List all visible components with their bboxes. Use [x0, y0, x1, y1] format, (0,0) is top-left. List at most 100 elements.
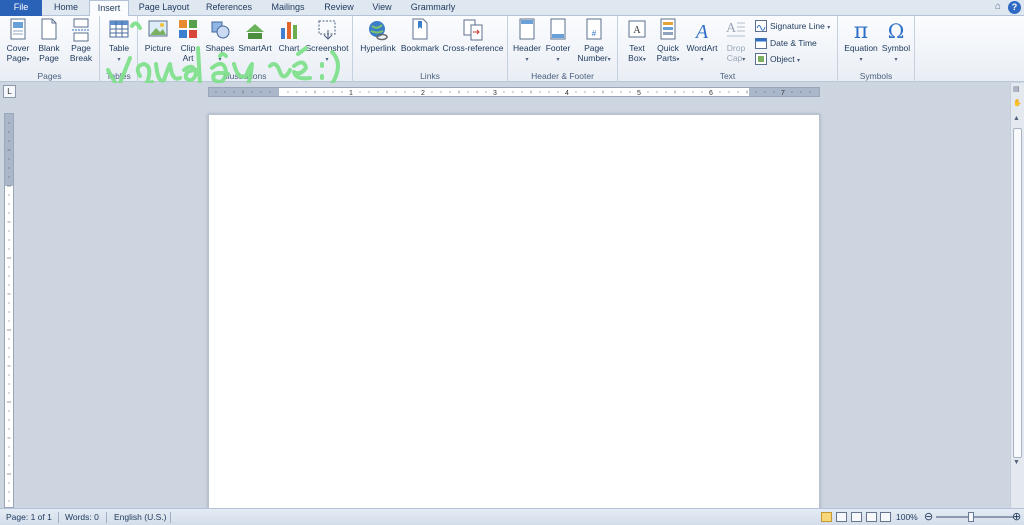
blank-page-icon — [41, 18, 57, 40]
group-links: Hyperlink Bookmark Cross-reference Links — [353, 16, 508, 82]
screenshot-button[interactable]: Screenshot ▾ — [303, 18, 351, 65]
tab-page-layout[interactable]: Page Layout — [132, 0, 196, 16]
zoom-slider[interactable] — [936, 516, 1014, 518]
print-layout-view-icon[interactable] — [821, 512, 832, 522]
group-tables: Table ▾ Tables — [100, 16, 138, 82]
chart-icon — [281, 22, 297, 39]
hyperlink-icon — [369, 21, 388, 41]
vertical-ruler[interactable] — [4, 113, 14, 508]
ruler-toggle-icon[interactable]: ▤ — [1013, 85, 1020, 93]
tab-references[interactable]: References — [200, 0, 258, 16]
clip-art-button[interactable]: Clip Art — [176, 18, 200, 63]
horizontal-ruler[interactable]: 1 2 3 4 5 6 7 — [208, 87, 820, 97]
picture-icon — [148, 20, 168, 37]
status-separator — [170, 512, 171, 523]
footer-label: Footer — [545, 43, 571, 53]
group-symbols: π Equation ▾ Ω Symbol ▾ Symbols — [838, 16, 915, 82]
group-text-label: Text — [719, 71, 736, 81]
ruler-number: 7 — [781, 90, 785, 96]
chart-button[interactable]: Chart — [275, 18, 303, 54]
status-separator — [106, 512, 107, 523]
cross-reference-icon — [463, 19, 483, 41]
symbol-button[interactable]: Ω Symbol ▾ — [880, 18, 912, 65]
page-break-label-1: Page — [71, 43, 91, 53]
word-count[interactable]: Words: 0 — [65, 509, 99, 525]
tab-file[interactable]: File — [0, 0, 42, 16]
shapes-icon — [211, 21, 230, 39]
zoom-level[interactable]: 100% — [896, 509, 918, 525]
web-layout-view-icon[interactable] — [851, 512, 862, 522]
browse-object-icon[interactable]: ✋ — [1013, 99, 1022, 107]
header-button[interactable]: Header ▾ — [511, 18, 543, 65]
wordart-button[interactable]: A WordArt ▾ — [684, 18, 720, 65]
tab-grammarly[interactable]: Grammarly — [404, 0, 462, 16]
page-break-button[interactable]: Page Break — [66, 18, 96, 63]
smartart-icon — [246, 24, 264, 39]
footer-button[interactable]: Footer ▾ — [543, 18, 573, 65]
help-icon[interactable]: ? — [1008, 1, 1021, 14]
bookmark-label: Bookmark — [400, 43, 440, 53]
draft-view-icon[interactable] — [880, 512, 891, 522]
smartart-button[interactable]: SmartArt — [237, 18, 273, 54]
group-illustrations-label: Illustrations — [223, 71, 267, 81]
ruler-number: 6 — [709, 90, 713, 96]
svg-text:A: A — [633, 25, 641, 36]
tab-insert[interactable]: Insert — [89, 0, 129, 17]
bookmark-button[interactable]: Bookmark — [399, 18, 441, 54]
blank-page-button[interactable]: Blank Page — [35, 18, 63, 63]
tab-mailings[interactable]: Mailings — [262, 0, 314, 16]
status-bar: Page: 1 of 1 Words: 0 English (U.S.) 100… — [0, 508, 1024, 525]
equation-button[interactable]: π Equation ▾ — [842, 18, 880, 65]
quick-parts-button[interactable]: Quick Parts▾ — [653, 18, 683, 65]
tab-home[interactable]: Home — [44, 0, 88, 16]
page-break-icon — [72, 18, 90, 42]
tab-selector[interactable]: L — [3, 85, 16, 98]
zoom-in-icon[interactable]: ⊕ — [1012, 509, 1021, 525]
tab-view[interactable]: View — [364, 0, 400, 16]
outline-view-icon[interactable] — [866, 512, 877, 522]
page-break-label-2: Break — [69, 52, 93, 63]
minimize-ribbon-icon[interactable]: ⌂ — [995, 1, 1001, 14]
scroll-up-arrow[interactable]: ▲ — [1013, 115, 1020, 122]
tab-review[interactable]: Review — [318, 0, 360, 16]
scroll-down-arrow[interactable]: ▼ — [1013, 459, 1020, 466]
svg-text:Ω: Ω — [888, 19, 905, 42]
signature-line-button[interactable]: Signature Line ▾ — [755, 19, 830, 33]
picture-button[interactable]: Picture — [142, 18, 174, 54]
text-box-label-1: Text — [629, 43, 645, 53]
group-symbols-label: Symbols — [859, 71, 893, 81]
scrollbar-thumb[interactable] — [1013, 128, 1022, 458]
object-button[interactable]: Object ▾ — [755, 52, 800, 66]
page-number-button[interactable]: # Page Number▾ — [574, 18, 614, 65]
screenshot-icon — [318, 20, 336, 40]
table-button[interactable]: Table ▾ — [104, 18, 134, 65]
zoom-out-icon[interactable]: ⊖ — [924, 509, 933, 525]
svg-text:A: A — [694, 21, 709, 42]
drop-cap-button[interactable]: A Drop Cap▾ — [722, 18, 750, 65]
document-page[interactable] — [208, 114, 820, 514]
svg-text:π: π — [854, 19, 868, 42]
zoom-slider-thumb[interactable] — [968, 512, 974, 522]
shapes-button[interactable]: Shapes ▾ — [204, 18, 236, 65]
screenshot-label: Screenshot — [305, 43, 349, 53]
header-icon — [519, 18, 535, 40]
full-screen-reading-view-icon[interactable] — [836, 512, 847, 522]
page-count[interactable]: Page: 1 of 1 — [6, 509, 52, 525]
text-box-button[interactable]: A Text Box▾ — [622, 18, 652, 65]
bookmark-icon — [412, 18, 428, 40]
cross-reference-label: Cross-reference — [442, 43, 504, 53]
horizontal-ruler-ticks: 1 2 3 4 5 6 7 — [215, 90, 811, 96]
cover-page-button[interactable]: Cover Page▾ — [4, 18, 32, 65]
language[interactable]: English (U.S.) — [114, 509, 166, 525]
wordart-label: WordArt — [686, 43, 718, 53]
date-time-button[interactable]: Date & Time — [755, 36, 817, 50]
date-time-label: Date & Time — [770, 38, 817, 48]
blank-page-label-1: Blank — [38, 43, 60, 53]
cover-page-icon — [10, 18, 26, 40]
pi-icon: π — [854, 19, 868, 42]
vertical-scrollbar[interactable]: ▤ ✋ ▲ ▼ — [1010, 83, 1024, 508]
hyperlink-button[interactable]: Hyperlink — [357, 18, 399, 54]
signature-line-label: Signature Line — [770, 21, 825, 31]
cross-reference-button[interactable]: Cross-reference — [441, 18, 505, 54]
picture-label: Picture — [144, 43, 172, 53]
